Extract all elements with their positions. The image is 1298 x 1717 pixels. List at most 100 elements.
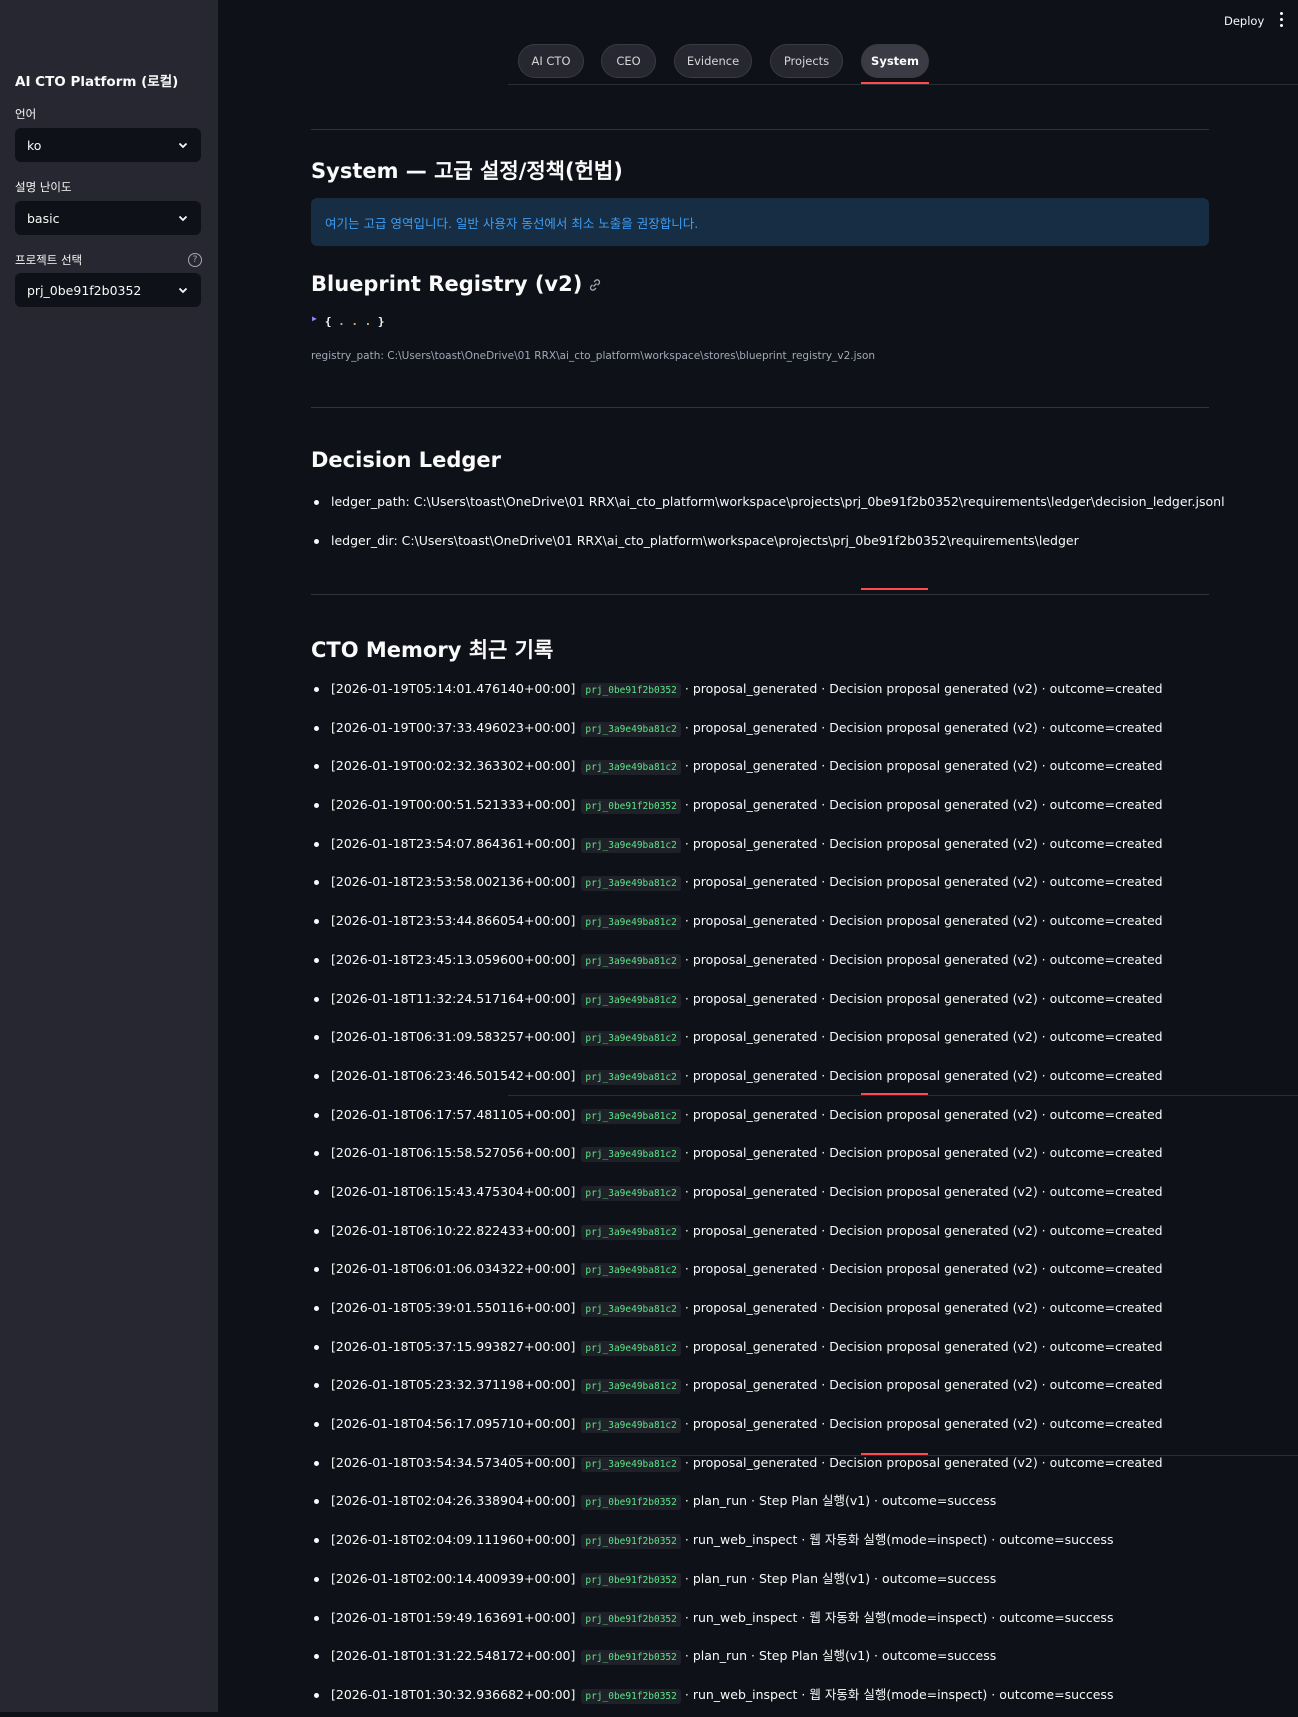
expand-triangle-icon: ▶ — [312, 314, 317, 323]
tab-evidence[interactable]: Evidence — [674, 44, 752, 78]
memory-timestamp: [2026-01-18T05:39:01.550116+00:00] — [331, 1300, 576, 1315]
memory-description: · proposal_generated · Decision proposal… — [684, 1454, 1163, 1470]
memory-timestamp: [2026-01-18T05:23:32.371198+00:00] — [331, 1377, 576, 1393]
memory-item: [2026-01-18T23:45:13.059600+00:00] prj_3… — [311, 941, 1163, 980]
memory-timestamp: [2026-01-18T02:04:26.338904+00:00] — [331, 1493, 576, 1509]
tab-system[interactable]: System — [861, 44, 929, 78]
more-menu-icon[interactable] — [1278, 12, 1284, 30]
registry-path-caption: registry_path: C:\Users\toast\OneDrive\0… — [311, 350, 876, 362]
difficulty-select-value: basic — [27, 210, 60, 226]
help-icon[interactable]: ? — [188, 253, 202, 267]
chevron-down-icon — [178, 287, 188, 294]
memory-description: · run_web_inspect · 웹 자동화 실행(mode=inspec… — [684, 1532, 1114, 1548]
memory-description: · proposal_generated · Decision proposal… — [684, 1029, 1163, 1045]
memory-timestamp: [2026-01-18T06:10:22.822433+00:00] — [331, 1222, 576, 1238]
link-icon[interactable] — [588, 278, 602, 292]
memory-item: [2026-01-19T00:00:51.521333+00:00] prj_0… — [311, 786, 1163, 825]
project-id-code: prj_3a9e49ba81c2 — [581, 1031, 681, 1047]
memory-item: [2026-01-18T02:04:26.338904+00:00] prj_0… — [311, 1482, 1163, 1521]
memory-timestamp: [2026-01-18T06:15:58.527056+00:00] — [331, 1145, 576, 1161]
project-id-code: prj_3a9e49ba81c2 — [581, 1302, 681, 1317]
memory-timestamp: [2026-01-18T23:45:13.059600+00:00] — [331, 951, 576, 967]
memory-item: [2026-01-18T23:54:07.864361+00:00] prj_3… — [311, 825, 1163, 864]
memory-description: · plan_run · Step Plan 실행(v1) · outcome=… — [684, 1570, 997, 1586]
memory-description: · proposal_generated · Decision proposal… — [684, 1145, 1163, 1161]
project-id-code: prj_0be91f2b0352 — [581, 1688, 681, 1704]
memory-item: [2026-01-18T23:53:44.866054+00:00] prj_3… — [311, 902, 1163, 941]
project-id-code: prj_3a9e49ba81c2 — [581, 915, 681, 931]
project-select-value: prj_0be91f2b0352 — [27, 282, 142, 298]
project-id-code: prj_3a9e49ba81c2 — [581, 1147, 681, 1163]
memory-item: [2026-01-18T06:17:57.481105+00:00] prj_3… — [311, 1096, 1163, 1135]
blueprint-heading-text: Blueprint Registry (v2) — [311, 272, 583, 296]
memory-timestamp: [2026-01-18T11:32:24.517164+00:00] — [331, 990, 576, 1006]
tab-ai-cto[interactable]: AI CTO — [518, 44, 584, 78]
memory-description: · proposal_generated · Decision proposal… — [684, 1377, 1163, 1393]
memory-description: · proposal_generated · Decision proposal… — [684, 1067, 1163, 1083]
memory-item: [2026-01-18T02:04:09.111960+00:00] prj_0… — [311, 1521, 1163, 1560]
memory-timestamp: [2026-01-18T23:53:58.002136+00:00] — [331, 874, 576, 890]
memory-item: [2026-01-18T23:53:58.002136+00:00] prj_3… — [311, 863, 1163, 902]
memory-timestamp: [2026-01-18T03:54:34.573405+00:00] — [331, 1454, 576, 1470]
memory-item: [2026-01-18T06:15:43.475304+00:00] prj_3… — [311, 1173, 1163, 1212]
memory-description: · proposal_generated · Decision proposal… — [684, 1222, 1163, 1238]
project-id-code: prj_0be91f2b0352 — [581, 1534, 681, 1550]
decision-ledger-heading: Decision Ledger — [311, 448, 501, 472]
memory-timestamp: [2026-01-18T06:15:43.475304+00:00] — [331, 1183, 576, 1199]
sidebar: AI CTO Platform (로컬) 언어 ko 설명 난이도 basic … — [0, 0, 218, 1712]
memory-timestamp: [2026-01-18T01:31:22.548172+00:00] — [331, 1648, 576, 1664]
project-id-code: prj_3a9e49ba81c2 — [581, 721, 681, 737]
memory-description: · proposal_generated · Decision proposal… — [684, 797, 1163, 813]
json-viewer-toggle[interactable]: ▶ { . . . } — [312, 314, 384, 328]
chevron-down-icon — [178, 215, 188, 222]
chevron-down-icon — [178, 142, 188, 149]
memory-timestamp: [2026-01-18T05:37:15.993827+00:00] — [331, 1338, 576, 1354]
memory-item: [2026-01-18T02:00:14.400939+00:00] prj_0… — [311, 1560, 1163, 1599]
memory-description: · proposal_generated · Decision proposal… — [684, 990, 1163, 1006]
info-alert: 여기는 고급 영역입니다. 일반 사용자 동선에서 최소 노출을 권장합니다. — [311, 198, 1209, 246]
project-id-code: prj_3a9e49ba81c2 — [581, 1069, 681, 1085]
difficulty-label: 설명 난이도 — [15, 180, 72, 194]
project-id-code: prj_3a9e49ba81c2 — [581, 992, 681, 1008]
memory-description: · proposal_generated · Decision proposal… — [684, 1338, 1163, 1354]
language-label: 언어 — [15, 107, 37, 121]
tab-ceo[interactable]: CEO — [601, 44, 656, 78]
memory-item: [2026-01-18T04:56:17.095710+00:00] prj_3… — [311, 1405, 1163, 1444]
memory-description: · proposal_generated · Decision proposal… — [684, 1416, 1163, 1432]
memory-description: · proposal_generated · Decision proposal… — [684, 1300, 1163, 1315]
memory-item: [2026-01-19T00:02:32.363302+00:00] prj_3… — [311, 747, 1163, 786]
memory-description: · proposal_generated · Decision proposal… — [684, 681, 1163, 696]
memory-item: [2026-01-19T00:37:33.496023+00:00] prj_3… — [311, 709, 1163, 748]
memory-timestamp: [2026-01-19T00:00:51.521333+00:00] — [331, 797, 576, 813]
memory-description: · proposal_generated · Decision proposal… — [684, 951, 1163, 967]
project-select[interactable]: prj_0be91f2b0352 — [15, 273, 201, 307]
memory-item: [2026-01-18T03:54:34.573405+00:00] prj_3… — [311, 1444, 1163, 1483]
memory-timestamp: [2026-01-19T00:02:32.363302+00:00] — [331, 758, 576, 774]
memory-description: · run_web_inspect · 웹 자동화 실행(mode=inspec… — [684, 1609, 1114, 1625]
deploy-button[interactable]: Deploy — [1224, 14, 1264, 28]
project-id-code: prj_0be91f2b0352 — [581, 1650, 681, 1666]
memory-timestamp: [2026-01-18T02:00:14.400939+00:00] — [331, 1570, 576, 1586]
memory-item: [2026-01-18T06:01:06.034322+00:00] prj_3… — [311, 1250, 1163, 1289]
blueprint-heading: Blueprint Registry (v2) — [311, 272, 602, 296]
tab-projects[interactable]: Projects — [770, 44, 843, 78]
difficulty-select[interactable]: basic — [15, 201, 201, 235]
language-select[interactable]: ko — [15, 128, 201, 162]
memory-item: [2026-01-18T05:37:15.993827+00:00] prj_3… — [311, 1328, 1163, 1367]
project-id-code: prj_3a9e49ba81c2 — [581, 1340, 681, 1356]
project-id-code: prj_3a9e49ba81c2 — [581, 953, 681, 969]
memory-timestamp: [2026-01-18T23:53:44.866054+00:00] — [331, 913, 576, 929]
memory-timestamp: [2026-01-18T02:04:09.111960+00:00] — [331, 1532, 576, 1548]
list-item: ledger_path: C:\Users\toast\OneDrive\01 … — [311, 483, 1225, 522]
memory-item: [2026-01-18T06:10:22.822433+00:00] prj_3… — [311, 1212, 1163, 1251]
memory-description: · proposal_generated · Decision proposal… — [684, 1106, 1163, 1122]
project-id-code: prj_0be91f2b0352 — [581, 1572, 681, 1588]
divider — [311, 129, 1209, 130]
tab-indicator-ghost — [861, 588, 928, 590]
memory-timestamp: [2026-01-18T23:54:07.864361+00:00] — [331, 835, 576, 851]
project-id-code: prj_3a9e49ba81c2 — [581, 1263, 681, 1279]
cto-memory-heading: CTO Memory 최근 기록 — [311, 638, 554, 662]
memory-description: · proposal_generated · Decision proposal… — [684, 1183, 1163, 1199]
memory-timestamp: [2026-01-19T00:37:33.496023+00:00] — [331, 719, 576, 735]
memory-timestamp: [2026-01-19T05:14:01.476140+00:00] — [331, 681, 576, 696]
